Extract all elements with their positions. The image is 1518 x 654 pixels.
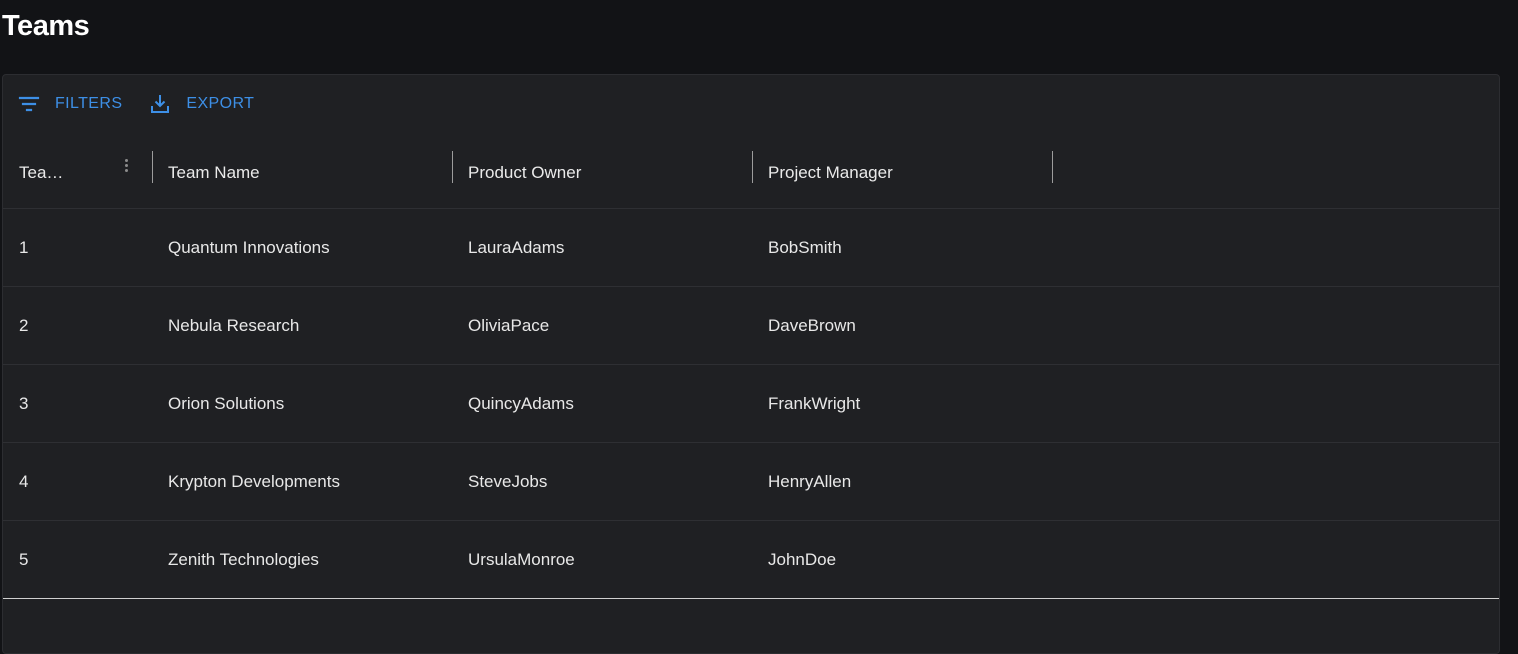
team-id-cell[interactable]: 1 [19, 209, 28, 286]
team-name-cell[interactable]: Orion Solutions [168, 365, 284, 442]
column-menu-icon[interactable] [121, 157, 131, 177]
team-id-cell[interactable]: 5 [19, 521, 28, 598]
table-row[interactable]: 2 Nebula Research OliviaPace DaveBrown [3, 287, 1499, 365]
table-row[interactable]: 3 Orion Solutions QuincyAdams FrankWrigh… [3, 365, 1499, 443]
table-row[interactable]: 1 Quantum Innovations LauraAdams BobSmit… [3, 209, 1499, 287]
product-owner-cell[interactable]: UrsulaMonroe [468, 521, 575, 598]
column-header-project-manager[interactable]: Project Manager [768, 137, 893, 208]
export-button[interactable]: EXPORT [148, 92, 254, 116]
column-header-product-owner[interactable]: Product Owner [468, 137, 581, 208]
project-manager-cell[interactable]: DaveBrown [768, 287, 856, 364]
product-owner-cell[interactable]: OliviaPace [468, 287, 549, 364]
product-owner-cell[interactable]: LauraAdams [468, 209, 564, 286]
column-header-row: Tea… Team Name Product Owner Project Man… [3, 137, 1499, 209]
team-name-cell[interactable]: Nebula Research [168, 287, 299, 364]
teams-data-grid: FILTERS EXPORT Tea… Team Name Product Ow… [2, 74, 1500, 654]
grid-toolbar: FILTERS EXPORT [17, 89, 254, 119]
team-name-cell[interactable]: Quantum Innovations [168, 209, 330, 286]
project-manager-cell[interactable]: BobSmith [768, 209, 842, 286]
filters-label: FILTERS [55, 95, 123, 112]
column-resize-handle[interactable] [1052, 151, 1053, 183]
grid-body: 1 Quantum Innovations LauraAdams BobSmit… [3, 209, 1499, 599]
team-id-cell[interactable]: 4 [19, 443, 28, 520]
table-row[interactable]: 5 Zenith Technologies UrsulaMonroe JohnD… [3, 521, 1499, 599]
download-icon [148, 92, 172, 116]
project-manager-cell[interactable]: JohnDoe [768, 521, 836, 598]
team-id-cell[interactable]: 3 [19, 365, 28, 442]
team-name-cell[interactable]: Zenith Technologies [168, 521, 319, 598]
product-owner-cell[interactable]: SteveJobs [468, 443, 547, 520]
team-name-cell[interactable]: Krypton Developments [168, 443, 340, 520]
column-resize-handle[interactable] [452, 151, 453, 183]
column-header-team-name[interactable]: Team Name [168, 137, 260, 208]
filters-button[interactable]: FILTERS [17, 92, 122, 116]
team-id-cell[interactable]: 2 [19, 287, 28, 364]
page-title: Teams [2, 10, 90, 42]
product-owner-cell[interactable]: QuincyAdams [468, 365, 574, 442]
column-resize-handle[interactable] [752, 151, 753, 183]
export-label: EXPORT [186, 95, 255, 112]
column-resize-handle[interactable] [152, 151, 153, 183]
column-header-team-id[interactable]: Tea… [19, 137, 63, 208]
project-manager-cell[interactable]: HenryAllen [768, 443, 851, 520]
project-manager-cell[interactable]: FrankWright [768, 365, 860, 442]
filter-icon [17, 92, 41, 116]
table-row[interactable]: 4 Krypton Developments SteveJobs HenryAl… [3, 443, 1499, 521]
